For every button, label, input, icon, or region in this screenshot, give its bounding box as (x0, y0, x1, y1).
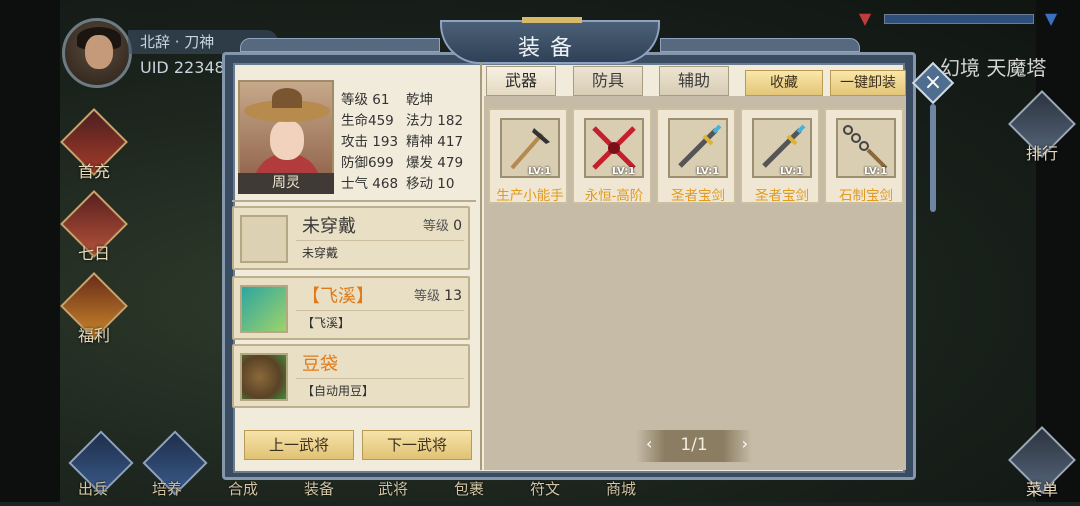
bottom-item-shop[interactable]: 商城 (606, 478, 636, 499)
slot-desc: 【自动用豆】 (302, 384, 375, 398)
bean-bag-icon (240, 353, 288, 401)
stat-level: 等级 61 (341, 92, 390, 108)
title-ornament (522, 17, 582, 23)
prev-general-button[interactable]: 上一武将 (244, 430, 354, 460)
next-page-button[interactable]: › (742, 434, 748, 453)
slot-desc: 【飞溪】 (302, 316, 351, 330)
slot-level: 等级 0 (422, 218, 462, 234)
item-name: 圣者宝剑 (755, 188, 809, 204)
stat-hp: 生命459 (341, 113, 394, 129)
tab-armor[interactable]: 防具 (573, 66, 643, 96)
faction-progress-bar (884, 14, 1034, 24)
item-name: 生产小能手 (496, 188, 564, 204)
slot-name: 豆袋 (302, 354, 338, 375)
next-general-button[interactable]: 下一武将 (362, 430, 472, 460)
stat-defense: 防御699 (341, 155, 394, 171)
slot-name: 【飞溪】 (302, 286, 374, 307)
side-item-welfare[interactable]: 福利 (60, 272, 128, 352)
stat-attack: 攻击 193 (341, 134, 399, 150)
realm-label[interactable]: 幻境 天魔塔 (940, 52, 1046, 81)
divider (232, 200, 476, 202)
bottom-item-train[interactable]: 培养 (152, 478, 182, 499)
feixi-mount-icon (240, 285, 288, 333)
item-name: 圣者宝剑 (671, 188, 725, 204)
page-indicator: 1/1 (680, 435, 708, 455)
title-wing-left (240, 38, 440, 52)
stat-move: 移动 10 (406, 176, 455, 192)
bottom-item-equip[interactable]: 装备 (304, 478, 334, 499)
bottom-item-generals[interactable]: 武将 (378, 478, 408, 499)
hero-name: 周灵 (238, 173, 334, 194)
bottom-item-compose[interactable]: 合成 (228, 478, 258, 499)
item-card[interactable]: LV:1 生产小能手 (488, 108, 568, 204)
player-uid: UID 22348 (140, 58, 225, 77)
player-avatar[interactable] (62, 18, 132, 88)
dialog-title: 装备 (517, 36, 582, 61)
close-tassel (930, 104, 936, 212)
item-name: 永恒-高阶 (584, 188, 644, 204)
item-card[interactable]: LV:1 圣者宝剑 (740, 108, 820, 204)
side-item-first-recharge[interactable]: 首充 (60, 108, 128, 188)
bottom-item-deploy[interactable]: 出兵 (78, 478, 108, 499)
stat-mp: 法力 182 (406, 113, 464, 129)
stat-burst: 爆发 479 (406, 155, 464, 171)
stat-class: 乾坤 (406, 92, 433, 108)
slot-level: 等级 13 (414, 288, 462, 304)
item-name: 石制宝剑 (839, 188, 893, 204)
blue-faction-icon: ▼ (1044, 9, 1058, 28)
equip-slot-mount[interactable]: 【飞溪】 等级 13 【飞溪】 (232, 276, 470, 340)
side-item-seven-days[interactable]: 七日 (60, 190, 128, 270)
bottom-item-bag[interactable]: 包裹 (454, 478, 484, 499)
slot-name: 未穿戴 (302, 216, 356, 237)
red-faction-icon: ▼ (858, 9, 872, 28)
equip-slot-weapon[interactable]: 未穿戴 等级 0 未穿戴 (232, 206, 470, 270)
item-card[interactable]: LV:1 永恒-高阶 (572, 108, 652, 204)
stat-morale: 士气 468 (341, 176, 399, 192)
bottom-item-rune[interactable]: 符文 (530, 478, 560, 499)
empty-slot-icon (240, 215, 288, 263)
equip-slot-bean-bag[interactable]: 豆袋 【自动用豆】 (232, 344, 470, 408)
unequip-all-button[interactable]: 一键卸装 (830, 70, 906, 96)
slot-desc: 未穿戴 (302, 246, 339, 260)
item-card[interactable]: LV:1 石制宝剑 (824, 108, 904, 204)
pager: ‹ 1/1 › (636, 430, 752, 462)
close-icon: × (923, 70, 943, 95)
left-letterbox (0, 0, 60, 502)
item-card[interactable]: LV:1 圣者宝剑 (656, 108, 736, 204)
tab-accessory[interactable]: 辅助 (659, 66, 729, 96)
panel-divider (480, 62, 482, 470)
side-item-ranking[interactable]: 排行 (1008, 90, 1076, 170)
tab-weapon[interactable]: 武器 (486, 66, 556, 96)
stat-spirit: 精神 417 (406, 134, 464, 150)
title-wing-right (660, 38, 860, 52)
favorite-button[interactable]: 收藏 (745, 70, 823, 96)
